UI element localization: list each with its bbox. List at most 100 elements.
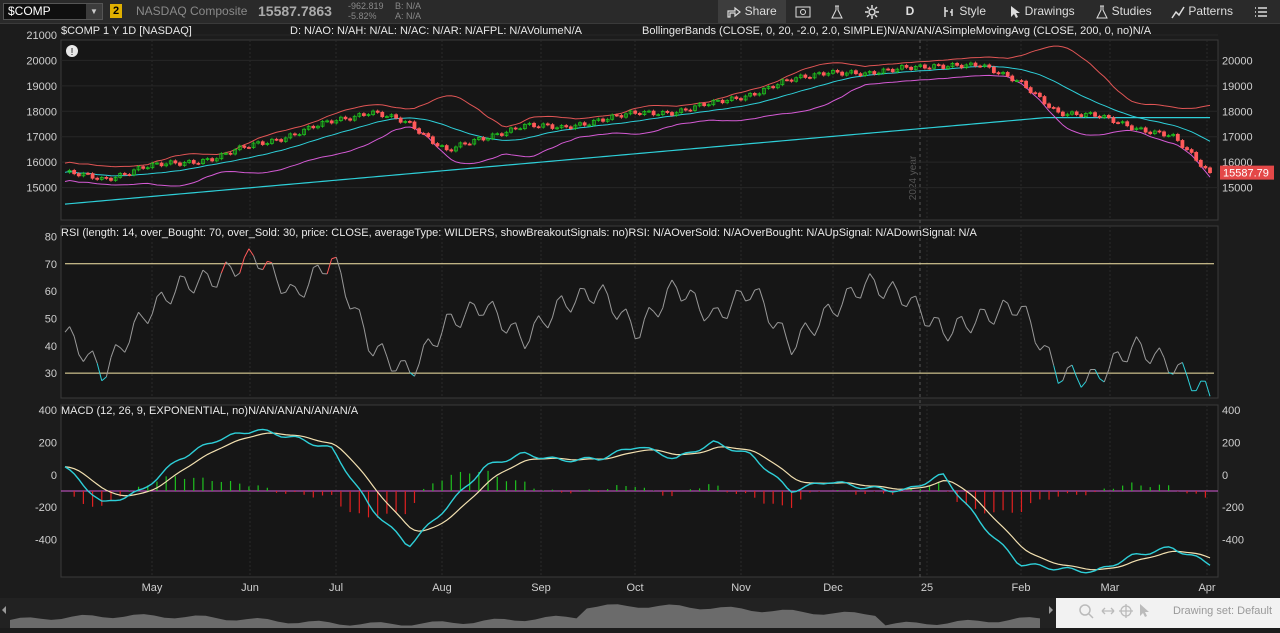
candle-body xyxy=(602,119,605,121)
x-tick-label: May xyxy=(142,582,163,594)
symbol-input[interactable]: $COMP ▼ xyxy=(3,3,103,20)
crosshair-icon[interactable] xyxy=(1119,604,1133,618)
price-pane xyxy=(61,40,1218,220)
candle-body xyxy=(1075,112,1078,115)
chart-area[interactable]: MayJunJulAugSepOctNovDec25FebMarApr2024 … xyxy=(0,23,1280,598)
pan-icon[interactable] xyxy=(1102,608,1114,614)
bid-ask-block: B: N/A A: N/A xyxy=(395,1,421,21)
candle-body xyxy=(1107,115,1110,117)
price-y-label: 16000 xyxy=(26,157,57,169)
patterns-button[interactable]: Patterns xyxy=(1164,0,1240,23)
chart-svg[interactable]: MayJunJulAugSepOctNovDec25FebMarApr2024 … xyxy=(0,23,1280,598)
candle-body xyxy=(408,121,411,122)
candle-body xyxy=(349,119,352,120)
candle-body xyxy=(666,111,669,112)
candle-body xyxy=(500,134,503,136)
candle-body xyxy=(537,127,540,128)
candle-body xyxy=(735,97,738,99)
candle-body xyxy=(583,123,586,125)
style-button[interactable]: Style xyxy=(932,0,996,23)
candle-body xyxy=(1052,107,1055,108)
candle-body xyxy=(808,77,811,78)
timeline-svg[interactable] xyxy=(0,598,1056,628)
candle-body xyxy=(247,147,250,148)
rsi-y-label: 30 xyxy=(45,368,57,380)
candle-body xyxy=(275,139,278,140)
share-label: Share xyxy=(745,4,777,18)
price-y-label: 18000 xyxy=(26,106,57,118)
macd-y-label: 200 xyxy=(39,438,57,450)
flask-button[interactable] xyxy=(822,0,852,23)
candle-body xyxy=(638,113,641,114)
price-y-label: 20000 xyxy=(26,55,57,67)
candle-body xyxy=(620,116,623,118)
x-tick-label: Aug xyxy=(432,582,452,594)
candle-body xyxy=(1190,150,1193,153)
price-y-label-right: 18000 xyxy=(1222,106,1253,118)
timeframe-button[interactable]: D xyxy=(894,0,926,23)
candle-body xyxy=(634,111,637,113)
candle-body xyxy=(1061,112,1064,116)
chevron-down-icon[interactable]: ▼ xyxy=(86,4,102,19)
rsi-pane xyxy=(61,226,1218,398)
scroll-left-icon[interactable] xyxy=(2,606,6,614)
candle-body xyxy=(1006,72,1009,76)
price-y-label-right: 17000 xyxy=(1222,132,1253,144)
timeframe-label: D xyxy=(906,4,915,18)
candle-body xyxy=(105,177,108,178)
candle-body xyxy=(174,161,177,163)
candle-body xyxy=(422,133,425,134)
x-tick-label: Jun xyxy=(241,582,259,594)
candle-body xyxy=(243,146,246,148)
candle-body xyxy=(1126,122,1129,126)
candle-body xyxy=(988,65,991,67)
candle-body xyxy=(399,118,402,122)
rsi-y-label: 60 xyxy=(45,286,57,298)
candle-body xyxy=(96,178,99,179)
candle-body xyxy=(178,163,181,165)
link-badge[interactable]: 2 xyxy=(110,4,122,18)
candle-body xyxy=(1025,81,1028,87)
grid-view-icon xyxy=(795,6,811,18)
candle-body xyxy=(1020,81,1023,82)
x-tick-label: Jul xyxy=(329,582,343,594)
macd-y-label-right: -400 xyxy=(1222,534,1244,546)
studies-button[interactable]: Studies xyxy=(1088,0,1160,23)
candle-body xyxy=(1098,116,1101,117)
pointer-icon[interactable] xyxy=(1140,604,1149,617)
menu-button[interactable] xyxy=(1246,0,1276,23)
x-tick-label: Nov xyxy=(731,582,751,594)
settings-button[interactable] xyxy=(856,0,888,23)
zoom-icon[interactable] xyxy=(1080,605,1093,618)
candle-body xyxy=(1204,166,1207,167)
candle-body xyxy=(836,70,839,72)
scroll-right-icon[interactable] xyxy=(1049,606,1053,614)
share-button[interactable]: Share xyxy=(718,0,786,23)
timeline-navigator[interactable] xyxy=(0,598,1056,628)
candle-body xyxy=(569,127,572,129)
candle-body xyxy=(1158,131,1161,132)
candle-body xyxy=(1149,132,1152,134)
candle-body xyxy=(1043,97,1046,104)
candle-body xyxy=(887,69,890,70)
pct-change: -5.82% xyxy=(348,11,384,21)
macd-y-label-right: 200 xyxy=(1222,438,1240,450)
candle-body xyxy=(482,138,485,140)
share-icon xyxy=(727,6,741,18)
candle-body xyxy=(381,112,384,116)
candle-body xyxy=(753,93,756,95)
candle-body xyxy=(109,178,112,180)
sma-legend-text: SimpleMovingAvg (CLOSE, 200, 0, no)N/A xyxy=(942,25,1151,37)
candle-body xyxy=(427,134,430,137)
rsi-segment xyxy=(580,288,585,289)
candle-body xyxy=(822,73,825,75)
toolbar: $COMP ▼ 2 NASDAQ Composite 15587.7863 -9… xyxy=(0,0,1280,24)
net-change: -962.819 xyxy=(348,1,384,11)
price-y-label-right: 20000 xyxy=(1222,55,1253,67)
drawings-button[interactable]: Drawings xyxy=(1000,0,1084,23)
candle-body xyxy=(431,137,434,144)
flask-icon xyxy=(831,5,843,19)
candle-body xyxy=(1195,152,1198,160)
grid-view-button[interactable] xyxy=(788,0,818,23)
candle-body xyxy=(1048,104,1051,108)
